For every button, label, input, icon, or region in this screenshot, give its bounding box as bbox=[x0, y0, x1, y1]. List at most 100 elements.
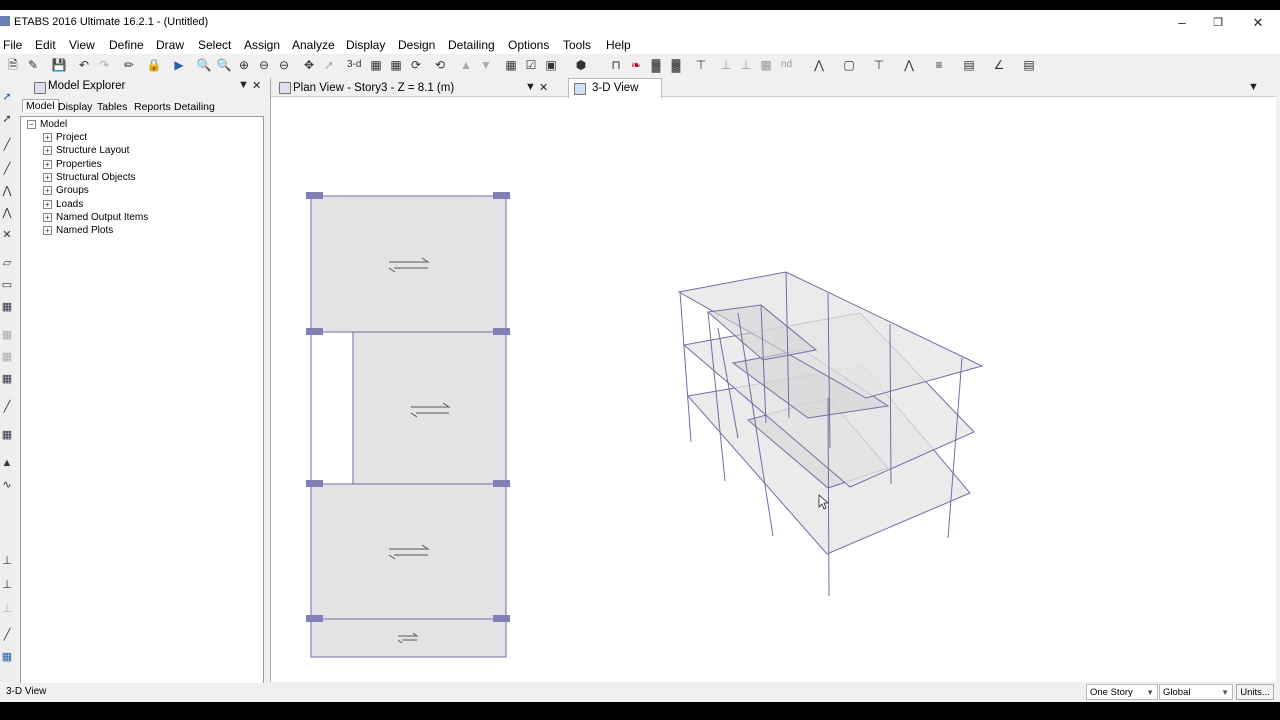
collapse-icon[interactable]: − bbox=[27, 119, 36, 129]
panel-close-icon[interactable]: ✕ bbox=[252, 79, 261, 92]
tab-model[interactable]: Model bbox=[22, 99, 59, 112]
frame-loads-icon[interactable]: ⊥ bbox=[738, 57, 754, 73]
tab-reports[interactable]: Reports bbox=[134, 101, 171, 113]
menu-detailing[interactable]: Detailing bbox=[448, 38, 495, 52]
set-display-options-icon[interactable]: ▣ bbox=[543, 57, 559, 73]
draw-area-icon[interactable]: ▢ bbox=[841, 57, 857, 73]
menu-options[interactable]: Options bbox=[508, 38, 549, 52]
tab-tables[interactable]: Tables bbox=[97, 101, 127, 113]
object-view-icon[interactable]: ⬢ bbox=[573, 57, 589, 73]
rotate-3d-icon[interactable]: ⟳ bbox=[408, 57, 424, 73]
draw-column-tool-icon[interactable]: ⋀ bbox=[0, 182, 14, 200]
tree-root-model[interactable]: − Model bbox=[27, 119, 67, 130]
draw-rect-floor-icon[interactable]: ▭ bbox=[0, 276, 14, 294]
menu-define[interactable]: Define bbox=[109, 38, 144, 52]
menu-help[interactable]: Help bbox=[606, 38, 631, 52]
menu-draw[interactable]: Draw bbox=[156, 38, 184, 52]
support-marker[interactable] bbox=[306, 615, 323, 622]
redo-icon[interactable]: ↷ bbox=[96, 57, 112, 73]
lock-icon[interactable]: 🔒 bbox=[146, 57, 162, 73]
move-up-icon[interactable]: ▲ bbox=[458, 57, 474, 73]
elevation-view-icon[interactable]: ▦ bbox=[388, 57, 404, 73]
panel-close-icon[interactable]: ✕ bbox=[539, 81, 548, 94]
slab-panel-middle[interactable] bbox=[352, 331, 507, 485]
tab-detailing[interactable]: Detailing bbox=[174, 101, 215, 113]
draw-grid-icon[interactable]: ▦ bbox=[0, 370, 14, 388]
tree-item-named-output-items[interactable]: + Named Output Items bbox=[43, 212, 148, 223]
section-cut-icon[interactable]: ▲ bbox=[0, 454, 14, 472]
draw-section-cut-icon[interactable]: ▤ bbox=[1021, 57, 1037, 73]
pointer-icon[interactable]: ➚ bbox=[321, 57, 337, 73]
grid-system-icon[interactable]: ▦ bbox=[0, 426, 14, 444]
snap-points-icon[interactable]: ▦ bbox=[0, 648, 14, 666]
menu-design[interactable]: Design bbox=[398, 38, 435, 52]
draw-frame-icon[interactable]: ╱ bbox=[0, 160, 14, 178]
deformed-shape-icon[interactable]: ⊓ bbox=[608, 57, 624, 73]
run-analysis-icon[interactable]: ▶ bbox=[171, 57, 187, 73]
shell-loads-icon[interactable]: ▩ bbox=[758, 57, 774, 73]
expand-icon[interactable]: + bbox=[43, 212, 52, 222]
dropdown-arrow-icon[interactable]: ▼ bbox=[238, 79, 249, 91]
draw-link-icon[interactable]: ▦ bbox=[0, 348, 14, 366]
zoom-restore-icon[interactable]: 🔍 bbox=[216, 57, 232, 73]
zoom-out-icon[interactable]: ⊖ bbox=[256, 57, 272, 73]
tree-item-project[interactable]: + Project bbox=[43, 132, 87, 143]
column[interactable] bbox=[947, 357, 963, 539]
assign-restraint-icon[interactable]: ⊥ bbox=[0, 552, 14, 570]
shell-forces-icon[interactable]: ▓ bbox=[668, 57, 684, 73]
select-pointer-icon[interactable]: ➚ bbox=[0, 88, 14, 106]
view-3d-button[interactable]: 3-d bbox=[347, 59, 361, 70]
dropdown-arrow-icon[interactable]: ▼ bbox=[525, 81, 536, 93]
menu-tools[interactable]: Tools bbox=[563, 38, 591, 52]
check-model-icon[interactable]: ☑ bbox=[523, 57, 539, 73]
tab-display[interactable]: Display bbox=[58, 101, 92, 113]
draw-column-icon[interactable]: ⋀ bbox=[901, 57, 917, 73]
tendon-icon[interactable]: ∿ bbox=[0, 476, 14, 494]
support-marker[interactable] bbox=[493, 615, 510, 622]
expand-icon[interactable]: + bbox=[43, 145, 52, 155]
joint-loads-icon[interactable]: ⊥ bbox=[718, 57, 734, 73]
tree-item-named-plots[interactable]: + Named Plots bbox=[43, 225, 113, 236]
pan-icon[interactable]: ✥ bbox=[301, 57, 317, 73]
object-shrink-icon[interactable]: ▦ bbox=[503, 57, 519, 73]
expand-icon[interactable]: + bbox=[43, 185, 52, 195]
assign-shell-icon[interactable]: ⊥ bbox=[0, 600, 14, 618]
menu-analyze[interactable]: Analyze bbox=[292, 38, 335, 52]
menu-file[interactable]: File bbox=[3, 38, 22, 52]
slab-panel-bottom[interactable] bbox=[310, 618, 507, 658]
tree-item-properties[interactable]: + Properties bbox=[43, 159, 102, 170]
frame-forces-icon[interactable]: ▓ bbox=[648, 57, 664, 73]
units-button[interactable]: Units... bbox=[1236, 684, 1274, 700]
support-marker[interactable] bbox=[493, 192, 510, 199]
column[interactable] bbox=[679, 291, 692, 443]
menu-display[interactable]: Display bbox=[346, 38, 385, 52]
menu-edit[interactable]: Edit bbox=[35, 38, 56, 52]
open-icon[interactable]: ✎ bbox=[25, 57, 41, 73]
draw-dimension-icon[interactable]: ∠ bbox=[991, 57, 1007, 73]
draw-line-icon[interactable]: ╱ bbox=[0, 136, 14, 154]
draw-dimension-tool-icon[interactable]: ╱ bbox=[0, 398, 14, 416]
snap-tool-icon[interactable]: ╱ bbox=[0, 626, 14, 644]
dropdown-arrow-icon[interactable]: ▼ bbox=[1248, 81, 1259, 93]
support-marker[interactable] bbox=[306, 480, 323, 487]
draw-floor-icon[interactable]: ▱ bbox=[0, 254, 14, 272]
support-marker[interactable] bbox=[493, 328, 510, 335]
view-3d-canvas[interactable] bbox=[558, 98, 1276, 682]
reshape-icon[interactable]: ➚ bbox=[0, 110, 14, 128]
draw-wall-icon[interactable]: ▤ bbox=[961, 57, 977, 73]
tree-item-groups[interactable]: + Groups bbox=[43, 185, 89, 196]
minimize-button[interactable]: – bbox=[1164, 12, 1200, 34]
move-down-icon[interactable]: ▼ bbox=[478, 57, 494, 73]
draw-wall-tool-icon[interactable]: ▦ bbox=[0, 298, 14, 316]
menu-assign[interactable]: Assign bbox=[244, 38, 280, 52]
draw-opening-icon[interactable]: ▦ bbox=[0, 326, 14, 344]
edit-pencil-icon[interactable]: ✏ bbox=[121, 57, 137, 73]
tree-item-structural-objects[interactable]: + Structural Objects bbox=[43, 172, 135, 183]
expand-icon[interactable]: + bbox=[43, 225, 52, 235]
new-model-icon[interactable]: 🗎 bbox=[5, 57, 21, 73]
menu-view[interactable]: View bbox=[69, 38, 95, 52]
nd-label[interactable]: nd bbox=[781, 59, 792, 70]
expand-icon[interactable]: + bbox=[43, 172, 52, 182]
save-icon[interactable]: 💾 bbox=[51, 57, 67, 73]
zoom-previous-icon[interactable]: ⊖ bbox=[276, 57, 292, 73]
